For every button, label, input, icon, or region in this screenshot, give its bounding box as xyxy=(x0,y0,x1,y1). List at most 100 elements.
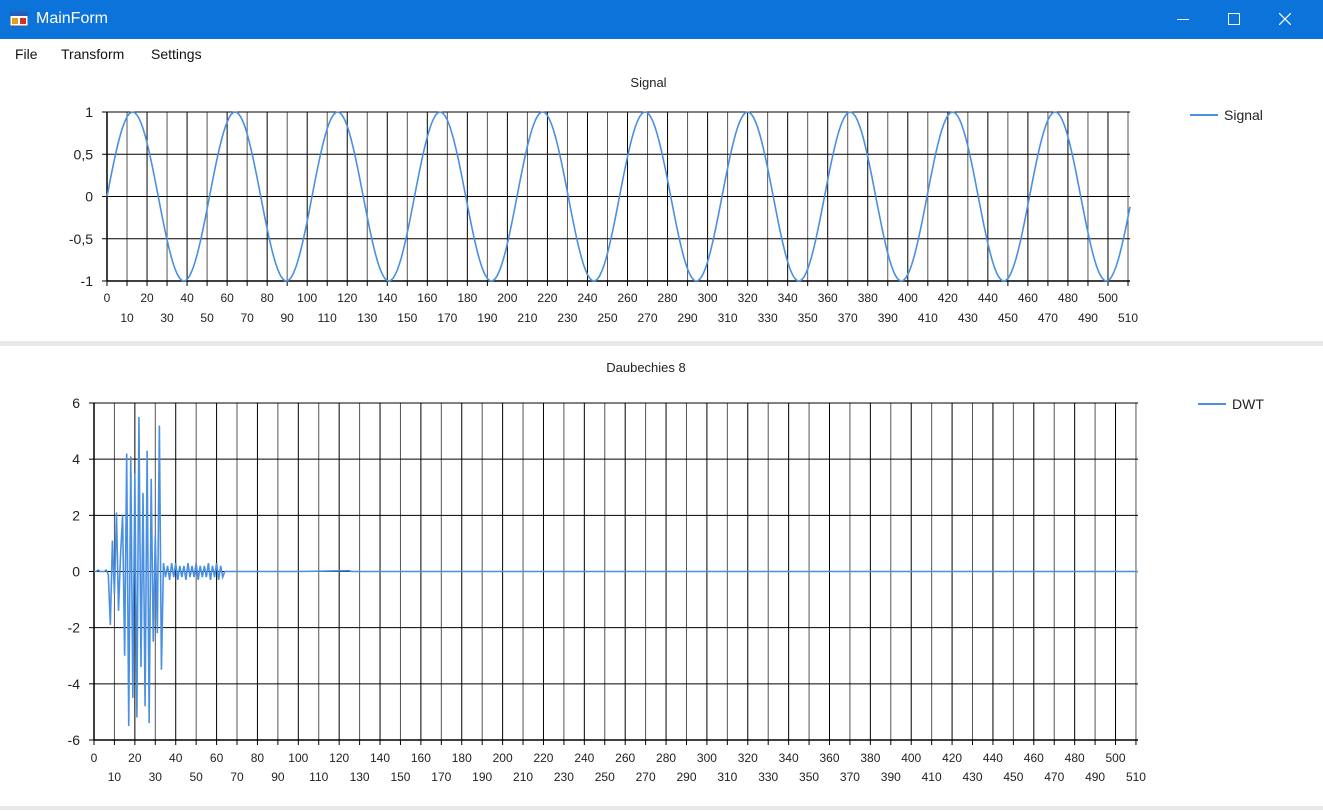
x-tick-label: 190 xyxy=(472,770,492,784)
x-tick-label: 160 xyxy=(411,751,431,765)
y-tick-label: 2 xyxy=(72,507,80,523)
chart-legend: DWT xyxy=(1198,396,1264,412)
close-button[interactable] xyxy=(1262,0,1308,39)
y-tick-label: 0 xyxy=(85,189,93,205)
x-tick-label: 200 xyxy=(493,751,513,765)
x-tick-label: 290 xyxy=(678,311,698,325)
y-tick-label: -4 xyxy=(68,676,81,692)
maximize-icon xyxy=(1228,13,1240,25)
x-tick-label: 500 xyxy=(1106,751,1126,765)
x-tick-label: 180 xyxy=(457,291,477,305)
x-tick-label: 300 xyxy=(697,751,717,765)
x-tick-label: 180 xyxy=(452,751,472,765)
x-tick-label: 50 xyxy=(189,770,203,784)
x-tick-label: 130 xyxy=(357,311,377,325)
chart-legend: Signal xyxy=(1190,107,1263,123)
y-tick-label: 0 xyxy=(72,564,80,580)
x-tick-label: 500 xyxy=(1098,291,1118,305)
x-tick-label: 330 xyxy=(758,311,778,325)
menu-settings[interactable]: Settings xyxy=(151,46,202,62)
x-tick-label: 450 xyxy=(998,311,1018,325)
x-tick-label: 90 xyxy=(280,311,294,325)
x-tick-label: 320 xyxy=(738,751,758,765)
y-tick-label: -1 xyxy=(81,273,94,289)
x-tick-label: 10 xyxy=(120,311,134,325)
maximize-button[interactable] xyxy=(1211,0,1257,39)
x-tick-label: 120 xyxy=(337,291,357,305)
x-tick-label: 140 xyxy=(377,291,397,305)
x-tick-label: 370 xyxy=(840,770,860,784)
dwt-chart: Daubechies 80102030405060708090100110120… xyxy=(68,360,1265,784)
x-tick-label: 40 xyxy=(169,751,183,765)
x-tick-label: 310 xyxy=(718,311,738,325)
minimize-icon xyxy=(1177,19,1189,20)
x-tick-label: 290 xyxy=(676,770,696,784)
x-tick-label: 450 xyxy=(1003,770,1023,784)
x-tick-label: 420 xyxy=(938,291,958,305)
x-tick-label: 400 xyxy=(898,291,918,305)
x-tick-label: 220 xyxy=(537,291,557,305)
x-tick-label: 170 xyxy=(437,311,457,325)
x-tick-label: 480 xyxy=(1058,291,1078,305)
x-tick-label: 220 xyxy=(533,751,553,765)
y-tick-label: 6 xyxy=(72,395,80,411)
x-tick-label: 380 xyxy=(858,291,878,305)
bottom-border xyxy=(0,806,1323,810)
x-tick-label: 100 xyxy=(297,291,317,305)
x-tick-label: 160 xyxy=(417,291,437,305)
x-tick-label: 230 xyxy=(557,311,577,325)
x-tick-label: 430 xyxy=(958,311,978,325)
menu-file[interactable]: File xyxy=(15,46,38,62)
x-tick-label: 150 xyxy=(390,770,410,784)
x-tick-label: 510 xyxy=(1118,311,1138,325)
x-tick-label: 490 xyxy=(1078,311,1098,325)
minimize-button[interactable] xyxy=(1160,0,1206,39)
x-tick-label: 390 xyxy=(878,311,898,325)
x-tick-label: 300 xyxy=(698,291,718,305)
x-tick-label: 280 xyxy=(656,751,676,765)
x-tick-label: 80 xyxy=(251,751,265,765)
y-tick-label: 0,5 xyxy=(74,146,94,162)
x-tick-label: 260 xyxy=(615,751,635,765)
x-tick-label: 470 xyxy=(1044,770,1064,784)
signal-chart: Signal0102030405060708090100110120130140… xyxy=(69,75,1263,325)
x-tick-label: 60 xyxy=(220,291,234,305)
x-tick-label: 70 xyxy=(240,311,254,325)
x-tick-label: 380 xyxy=(860,751,880,765)
x-tick-label: 170 xyxy=(431,770,451,784)
x-tick-label: 490 xyxy=(1085,770,1105,784)
x-tick-label: 130 xyxy=(350,770,370,784)
x-tick-label: 350 xyxy=(799,770,819,784)
signal-chart-panel[interactable]: Signal 0 10 20 30 40 50 60 70 80 90 100 110 120 130 140… xyxy=(0,69,1323,341)
y-tick-label: -2 xyxy=(68,620,81,636)
x-tick-label: 210 xyxy=(513,770,533,784)
x-tick-label: 270 xyxy=(636,770,656,784)
x-tick-label: 460 xyxy=(1024,751,1044,765)
x-tick-label: 460 xyxy=(1018,291,1038,305)
x-tick-label: 240 xyxy=(577,291,597,305)
x-tick-label: 80 xyxy=(260,291,274,305)
x-tick-label: 210 xyxy=(517,311,537,325)
x-tick-label: 60 xyxy=(210,751,224,765)
legend-label: Signal xyxy=(1224,107,1263,123)
x-tick-label: 240 xyxy=(574,751,594,765)
x-tick-label: 110 xyxy=(309,770,328,784)
x-tick-label: 440 xyxy=(978,291,998,305)
x-tick-label: 250 xyxy=(597,311,617,325)
x-tick-label: 370 xyxy=(838,311,858,325)
menu-transform[interactable]: Transform xyxy=(61,46,124,62)
x-tick-label: 330 xyxy=(758,770,778,784)
x-tick-label: 30 xyxy=(160,311,174,325)
dwt-chart-panel[interactable]: Daubechies 8 0 10 20 30 40 50 60 70 80 90 100 110 120… xyxy=(0,346,1323,806)
x-tick-label: 0 xyxy=(91,751,98,765)
x-tick-label: 360 xyxy=(818,291,838,305)
chart-title: Daubechies 8 xyxy=(606,360,686,375)
x-tick-label: 250 xyxy=(595,770,615,784)
series-line xyxy=(94,417,1138,726)
x-tick-label: 270 xyxy=(638,311,658,325)
x-tick-label: 400 xyxy=(901,751,921,765)
y-tick-label: -6 xyxy=(68,732,81,748)
title-bar[interactable]: MainForm xyxy=(0,0,1323,39)
x-tick-label: 480 xyxy=(1065,751,1085,765)
x-tick-label: 410 xyxy=(922,770,942,784)
